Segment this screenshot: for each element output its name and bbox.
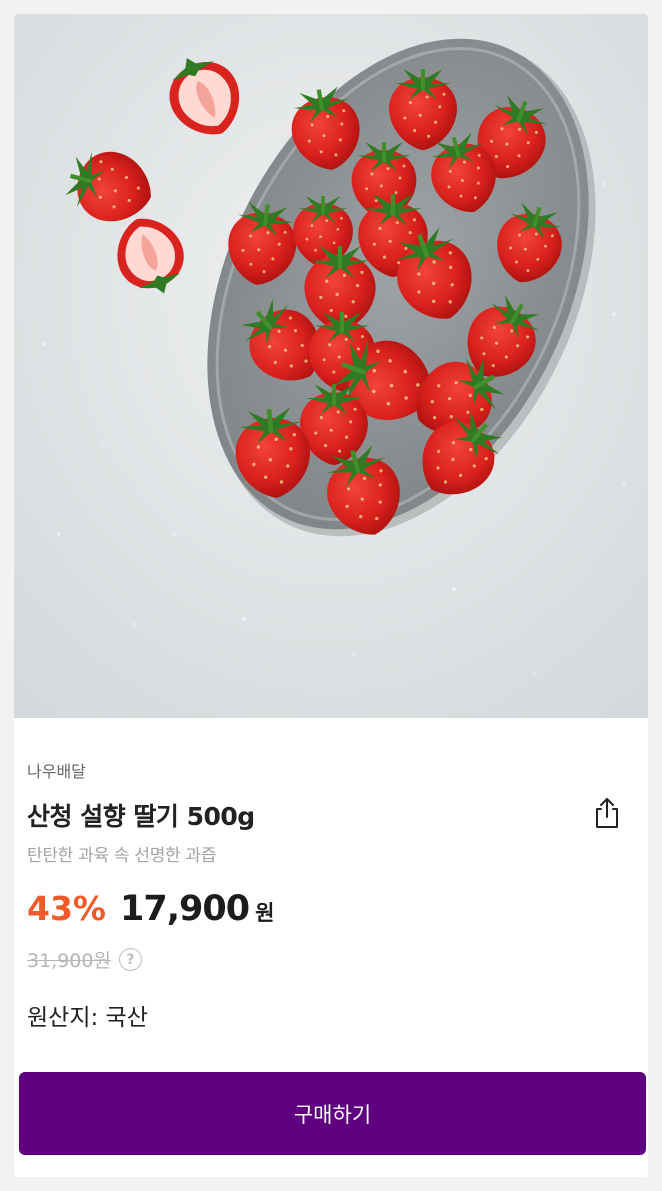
origin-info: 원산지: 국산 — [27, 1005, 148, 1031]
discount-rate: 43% — [27, 889, 106, 928]
share-button[interactable] — [589, 793, 625, 833]
original-price-row: 31,900원 ? — [27, 946, 142, 973]
price-row: 43% 17,900 원 — [27, 889, 274, 933]
currency-unit: 원 — [255, 901, 275, 925]
question-mark-icon[interactable]: ? — [118, 948, 142, 971]
product-image — [14, 14, 648, 718]
product-subtitle: 탄탄한 과육 속 선명한 과즙 — [27, 846, 217, 866]
product-title: 산청 설향 딸기 500g — [27, 802, 255, 831]
original-price: 31,900원 — [27, 950, 111, 972]
seller-name: 나우배달 — [27, 762, 86, 781]
product-card: 나우배달 산청 설향 딸기 500g 탄탄한 과육 속 선명한 과즙 43% 1… — [14, 14, 648, 1177]
sale-price: 17,900 — [120, 889, 250, 929]
share-icon — [596, 798, 618, 828]
buy-button[interactable]: 구매하기 — [19, 1072, 646, 1155]
